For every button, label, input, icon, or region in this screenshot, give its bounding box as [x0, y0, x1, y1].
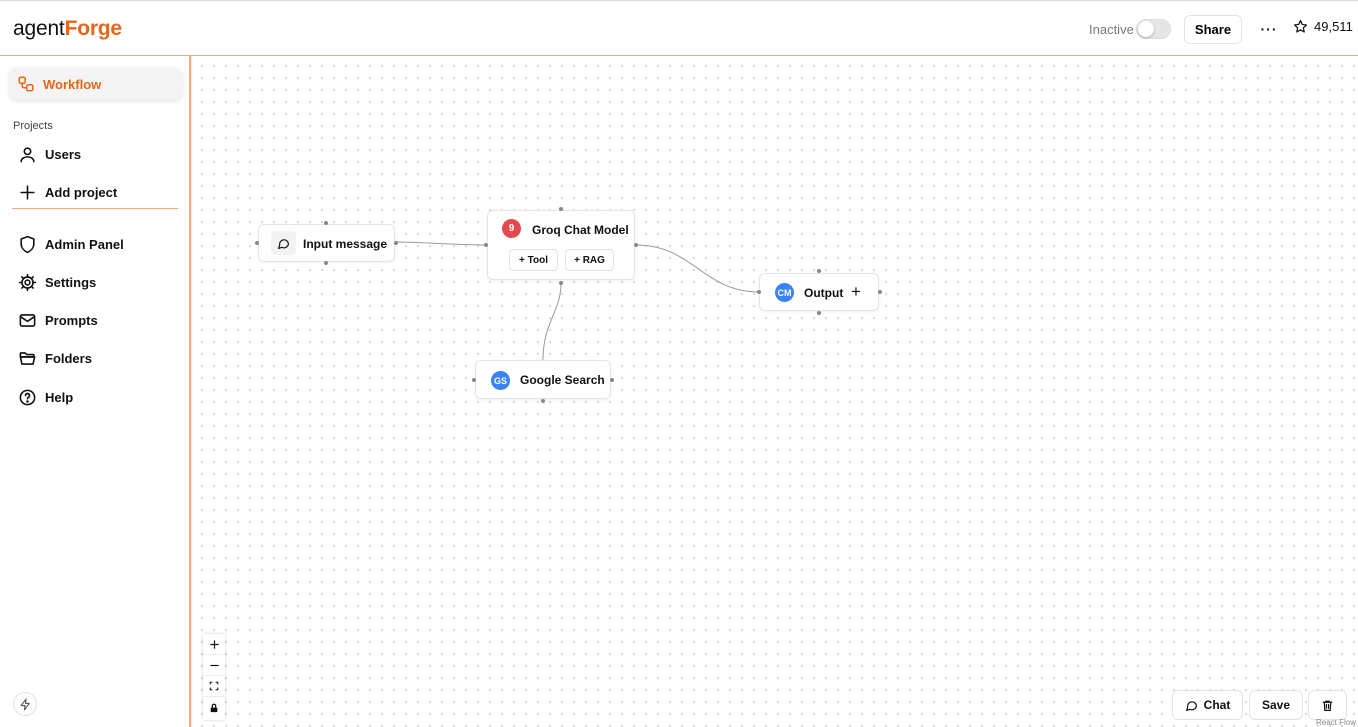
- sidebar-item-label: Settings: [45, 274, 97, 290]
- top-bar: agentForge Inactive Share ··· 49,511: [0, 0, 1358, 56]
- node-google-search[interactable]: GS Google Search: [475, 360, 611, 399]
- save-button[interactable]: Save: [1249, 690, 1303, 720]
- node-handle[interactable]: [484, 243, 488, 247]
- mail-icon: [19, 313, 36, 327]
- add-rag-button[interactable]: + RAG: [565, 249, 614, 271]
- bolt-icon: [20, 698, 30, 710]
- node-handle[interactable]: [472, 378, 476, 382]
- node-title: Input message: [303, 237, 388, 251]
- sidebar-item-help[interactable]: Help: [18, 385, 73, 409]
- workflow-canvas[interactable]: Input message 9 Groq Chat Model + Tool +…: [193, 57, 1358, 727]
- chat-button-label: Chat: [1203, 698, 1231, 712]
- sidebar: Workflow Projects Users Add project Admi…: [0, 56, 191, 727]
- lock-button[interactable]: [203, 697, 225, 718]
- node-handle[interactable]: [541, 399, 545, 403]
- node-handle[interactable]: [324, 261, 328, 265]
- zoom-out-button[interactable]: [203, 655, 225, 676]
- node-handle[interactable]: [324, 221, 328, 225]
- edge-groq-to-google[interactable]: [542, 282, 562, 361]
- node-title: Google Search: [520, 373, 605, 387]
- star-count: 49,511: [1314, 19, 1353, 34]
- zoom-in-button[interactable]: [203, 634, 225, 655]
- share-button[interactable]: Share: [1184, 15, 1242, 44]
- node-handle[interactable]: [394, 241, 398, 245]
- edge-groq-to-output[interactable]: [635, 244, 760, 293]
- edges-layer: [395, 241, 760, 361]
- node-handle[interactable]: [817, 311, 821, 315]
- plus-icon: [20, 184, 35, 200]
- node-input-message[interactable]: Input message: [258, 224, 395, 262]
- node-icon: 9: [502, 219, 521, 238]
- trash-icon: [1322, 700, 1333, 711]
- sidebar-item-label: Prompts: [45, 312, 98, 328]
- node-handle[interactable]: [634, 243, 638, 247]
- active-toggle[interactable]: [1136, 19, 1171, 39]
- workflow-icon: [18, 76, 34, 92]
- node-icon: CM: [775, 283, 794, 302]
- fit-view-icon: [209, 681, 219, 691]
- sidebar-item-prompts[interactable]: Prompts: [18, 308, 98, 332]
- delete-button[interactable]: [1308, 690, 1347, 720]
- sidebar-item-add-project[interactable]: Add project: [18, 180, 117, 204]
- sidebar-item-admin-panel[interactable]: Admin Panel: [18, 232, 124, 256]
- sidebar-item-label: Help: [45, 389, 74, 405]
- node-handle[interactable]: [610, 378, 614, 382]
- node-handle[interactable]: [559, 207, 563, 211]
- save-button-label: Save: [1261, 698, 1291, 712]
- add-tool-button[interactable]: + Tool: [509, 249, 558, 271]
- google-search-icon: GS: [491, 371, 510, 390]
- sidebar-item-label: Folders: [45, 350, 92, 366]
- toggle-knob: [1138, 21, 1154, 37]
- gear-icon: [18, 273, 37, 291]
- app-logo[interactable]: agentForge: [13, 17, 122, 41]
- zoom-out-icon: [209, 664, 219, 666]
- sidebar-item-label: Admin Panel: [45, 236, 124, 252]
- canvas-controls: [203, 634, 225, 720]
- folder-icon: [19, 351, 36, 365]
- node-handle[interactable]: [255, 241, 259, 245]
- node-handle[interactable]: [559, 281, 563, 285]
- add-output-button[interactable]: +: [851, 282, 861, 302]
- logo-text-primary: agent: [13, 17, 65, 40]
- logo-text-accent: Forge: [64, 17, 123, 40]
- more-options-button[interactable]: ···: [1259, 18, 1279, 40]
- message-circle-icon: [1185, 700, 1197, 711]
- zoom-in-icon: [209, 639, 219, 649]
- node-title: Output: [804, 286, 844, 300]
- node-handle[interactable]: [817, 269, 821, 273]
- message-circle-icon: [278, 238, 289, 249]
- bolt-button[interactable]: [13, 692, 37, 716]
- sidebar-item-label: Add project: [45, 184, 118, 200]
- groq-icon: 9: [502, 219, 521, 238]
- react-flow-attribution[interactable]: React Flow: [1316, 718, 1356, 727]
- lock-icon: [210, 703, 218, 712]
- sidebar-item-users[interactable]: Users: [18, 142, 81, 166]
- node-icon: [271, 231, 296, 255]
- star-icon: [1293, 19, 1308, 33]
- github-stars[interactable]: 49,511: [1293, 19, 1353, 34]
- sidebar-item-folders[interactable]: Folders: [18, 346, 92, 370]
- sidebar-item-workflow[interactable]: Workflow: [9, 68, 182, 100]
- sidebar-divider: [12, 208, 178, 209]
- chat-button[interactable]: Chat: [1172, 690, 1243, 720]
- edge-input-to-groq[interactable]: [395, 241, 488, 246]
- sidebar-item-settings[interactable]: Settings: [18, 270, 96, 294]
- node-title: Groq Chat Model: [532, 223, 629, 237]
- section-label-projects: Projects: [13, 120, 53, 132]
- node-icon: GS: [491, 371, 510, 390]
- shield-icon: [20, 235, 35, 253]
- sidebar-item-label: Users: [45, 146, 82, 162]
- output-icon: CM: [775, 283, 794, 302]
- node-handle[interactable]: [757, 290, 761, 294]
- node-handle[interactable]: [878, 290, 882, 294]
- node-groq-chat-model[interactable]: 9 Groq Chat Model + Tool + RAG: [487, 210, 635, 280]
- status-label: Inactive: [1089, 22, 1134, 37]
- sidebar-item-label: Workflow: [43, 76, 102, 92]
- user-icon: [20, 146, 35, 162]
- node-output[interactable]: CM Output +: [759, 273, 879, 311]
- fit-view-button[interactable]: [203, 676, 225, 697]
- help-circle-icon: [19, 389, 36, 405]
